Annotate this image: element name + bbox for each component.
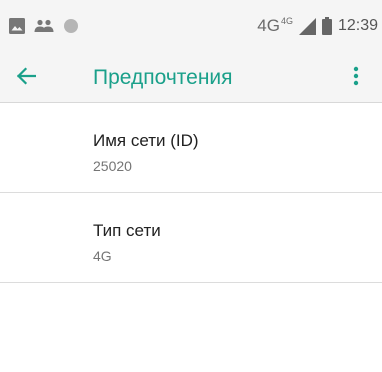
status-left <box>9 15 79 37</box>
network-label: 4G <box>257 16 280 35</box>
people-notification-icon <box>34 19 54 33</box>
preference-summary: 25020 <box>93 158 132 174</box>
network-sup-label: 4G <box>280 16 293 26</box>
status-bar: 4G4G 12:39 <box>0 0 382 54</box>
back-button[interactable] <box>6 58 46 98</box>
clock: 12:39 <box>337 17 378 34</box>
preference-list: Имя сети (ID) 25020 Тип сети 4G <box>0 103 382 283</box>
status-right: 4G4G 12:39 <box>257 15 378 37</box>
battery-icon <box>321 17 332 35</box>
app-bar: Предпочтения <box>0 54 382 103</box>
preference-network-type[interactable]: Тип сети 4G <box>0 193 382 283</box>
signal-strength-icon <box>298 17 316 35</box>
more-vert-icon <box>353 66 359 91</box>
preference-summary: 4G <box>93 248 112 264</box>
overflow-menu-button[interactable] <box>338 58 374 98</box>
preference-network-id[interactable]: Имя сети (ID) 25020 <box>0 103 382 193</box>
preference-title: Тип сети <box>93 221 161 240</box>
image-notification-icon <box>9 18 25 34</box>
page-title: Предпочтения <box>93 66 233 89</box>
network-type-indicator: 4G4G <box>257 16 293 36</box>
preference-title: Имя сети (ID) <box>93 131 199 150</box>
arrow-back-icon <box>16 66 37 91</box>
circle-notification-icon <box>63 18 79 34</box>
screen: 4G4G 12:39 Предпочтения Имя сети (ID) 25… <box>0 0 382 372</box>
